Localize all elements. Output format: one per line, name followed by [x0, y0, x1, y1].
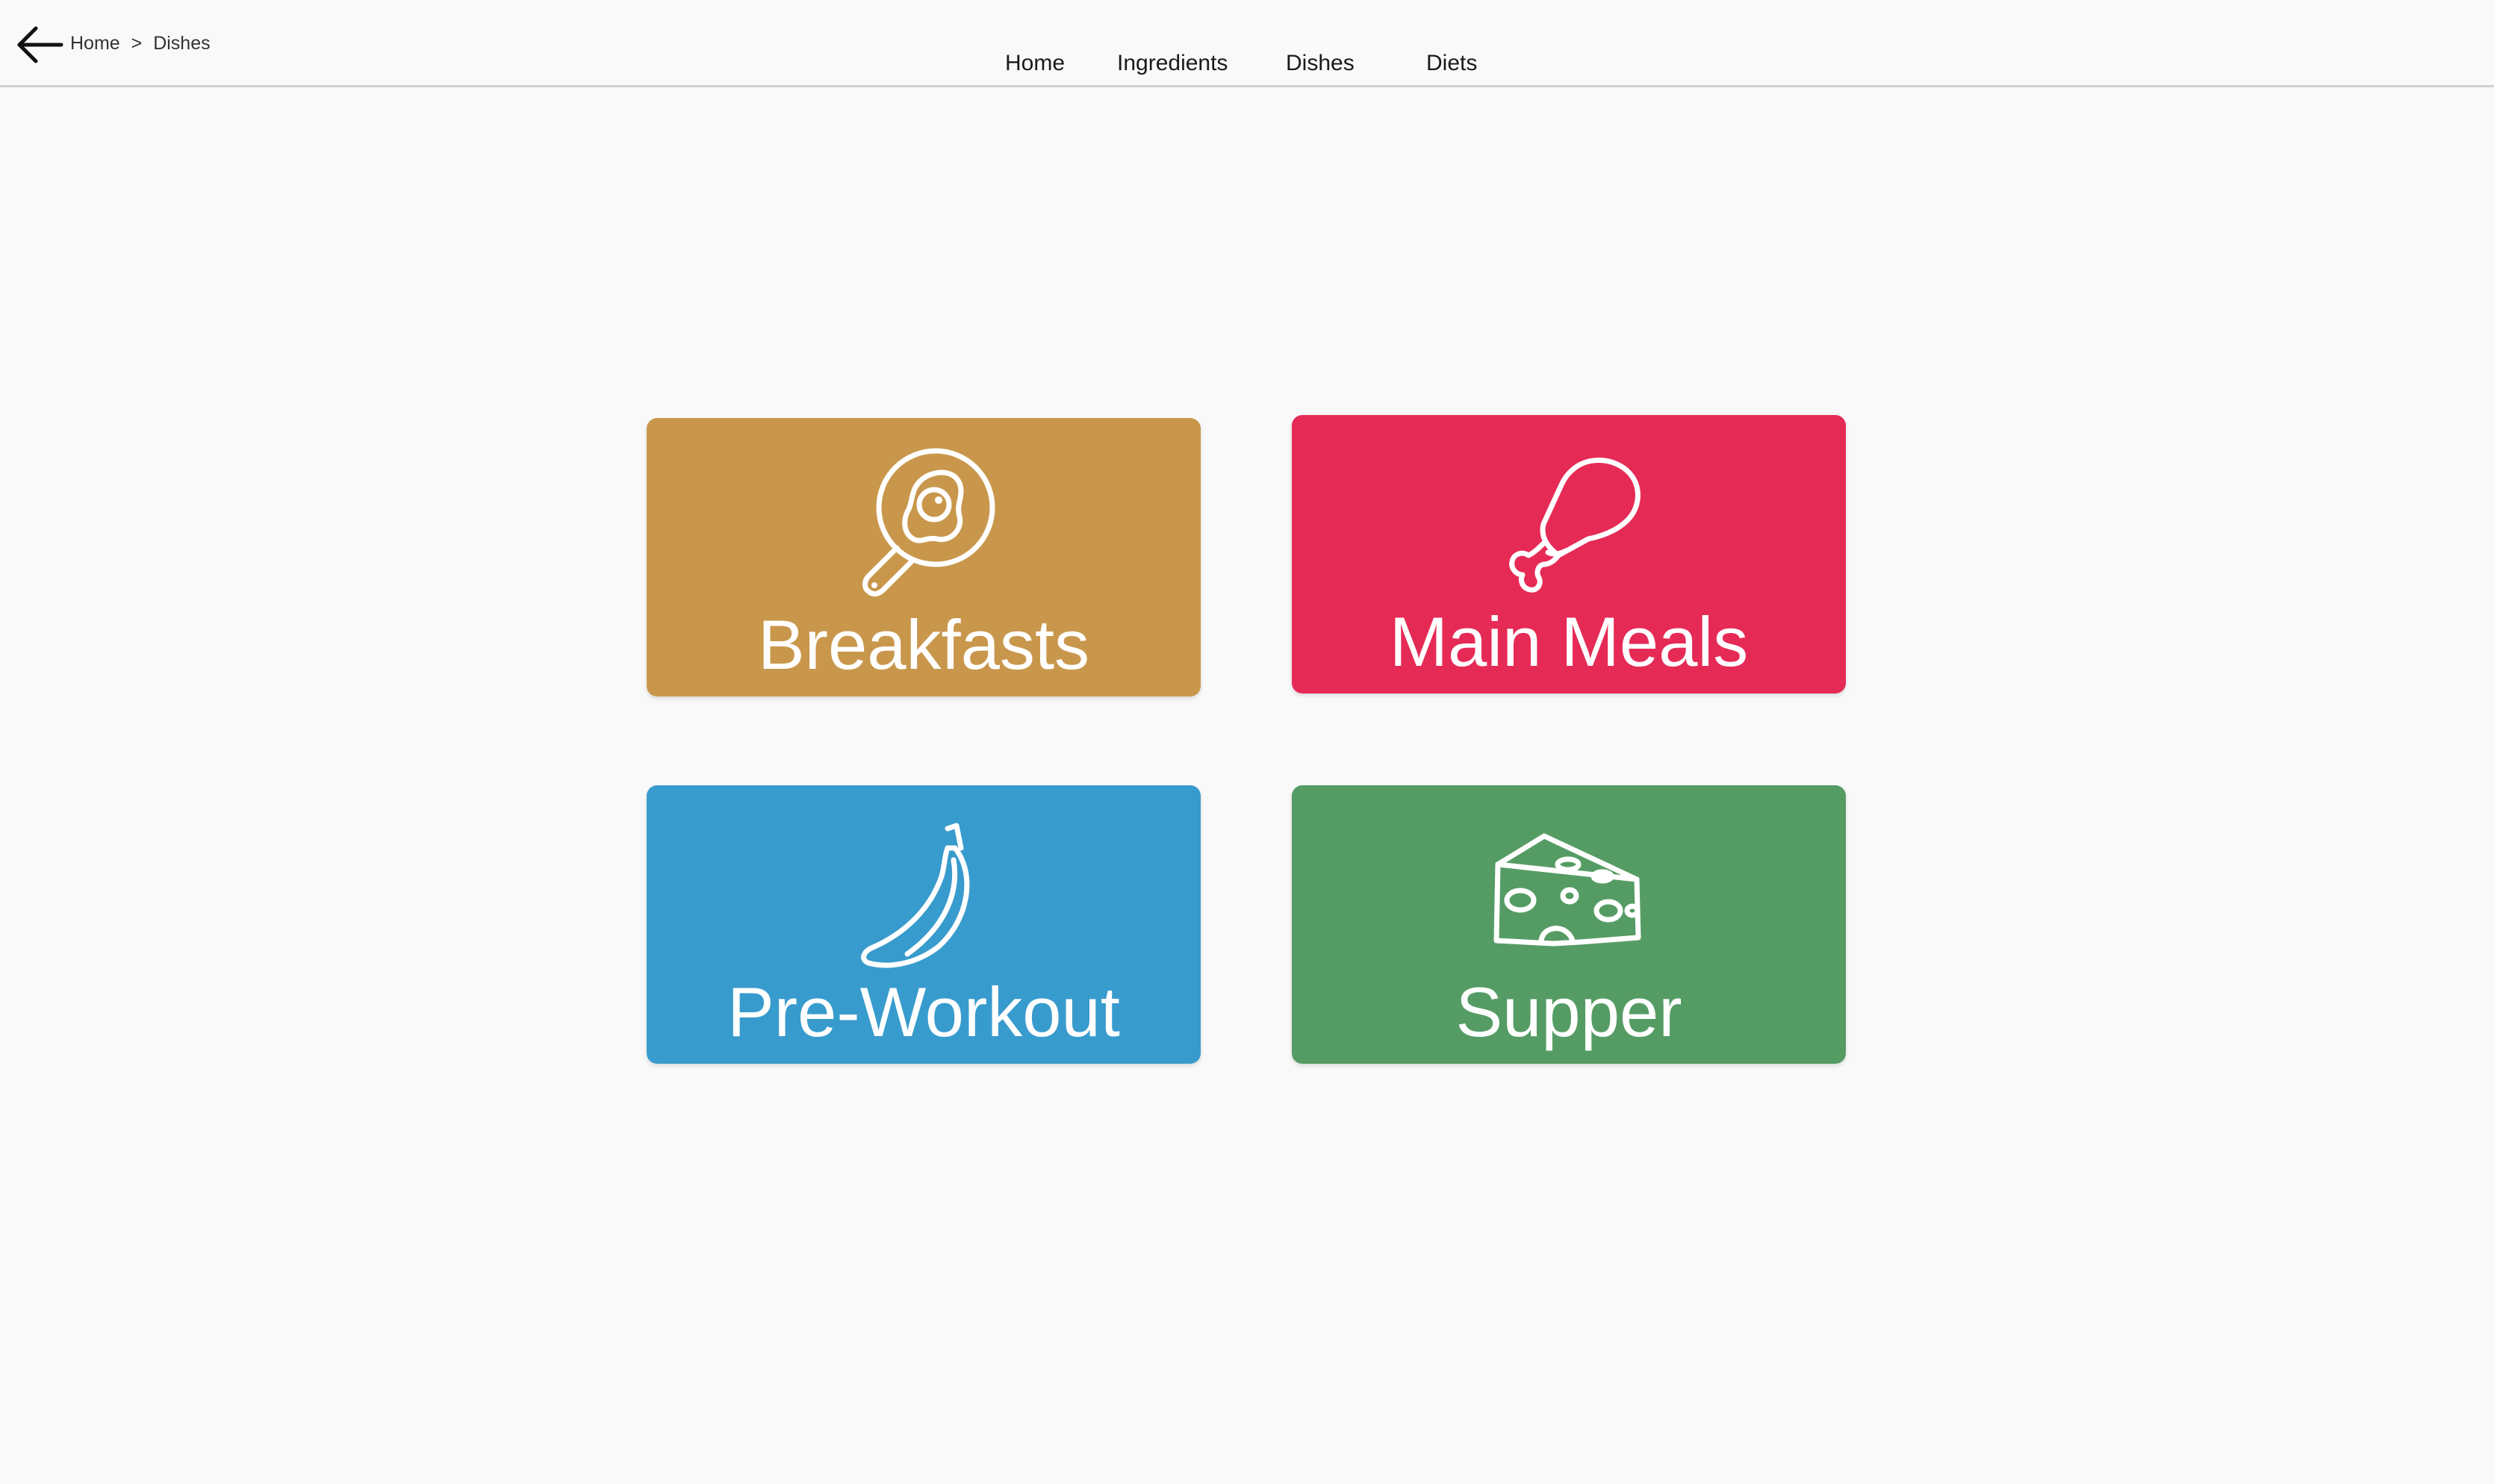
- cheese-icon: [1493, 833, 1641, 947]
- category-label: Breakfasts: [757, 605, 1090, 684]
- breadcrumb: Home > Dishes: [70, 33, 211, 54]
- banana-icon: [861, 823, 970, 968]
- category-label: Main Meals: [1389, 602, 1749, 681]
- arrow-left-icon: [17, 26, 63, 63]
- breadcrumb-home[interactable]: Home: [70, 33, 120, 54]
- nav-diets[interactable]: Diets: [1426, 51, 1477, 76]
- back-button[interactable]: [16, 25, 64, 64]
- nav-home[interactable]: Home: [1005, 51, 1065, 76]
- category-card-supper[interactable]: Supper: [1292, 785, 1846, 1064]
- category-card-main-meals[interactable]: Main Meals: [1292, 415, 1846, 693]
- top-bar: Home > Dishes Home Ingredients Dishes Di…: [0, 0, 2494, 87]
- category-card-breakfasts[interactable]: Breakfasts: [647, 418, 1201, 696]
- category-label: Pre-Workout: [727, 972, 1120, 1051]
- breadcrumb-separator: >: [131, 33, 143, 54]
- breadcrumb-current: Dishes: [153, 33, 211, 54]
- chicken-leg-icon: [1509, 458, 1641, 593]
- category-label: Supper: [1455, 972, 1682, 1051]
- category-card-pre-workout[interactable]: Pre-Workout: [647, 785, 1201, 1064]
- frying-pan-egg-icon: [862, 448, 995, 597]
- nav-ingredients[interactable]: Ingredients: [1117, 51, 1228, 76]
- nav-dishes[interactable]: Dishes: [1286, 51, 1355, 76]
